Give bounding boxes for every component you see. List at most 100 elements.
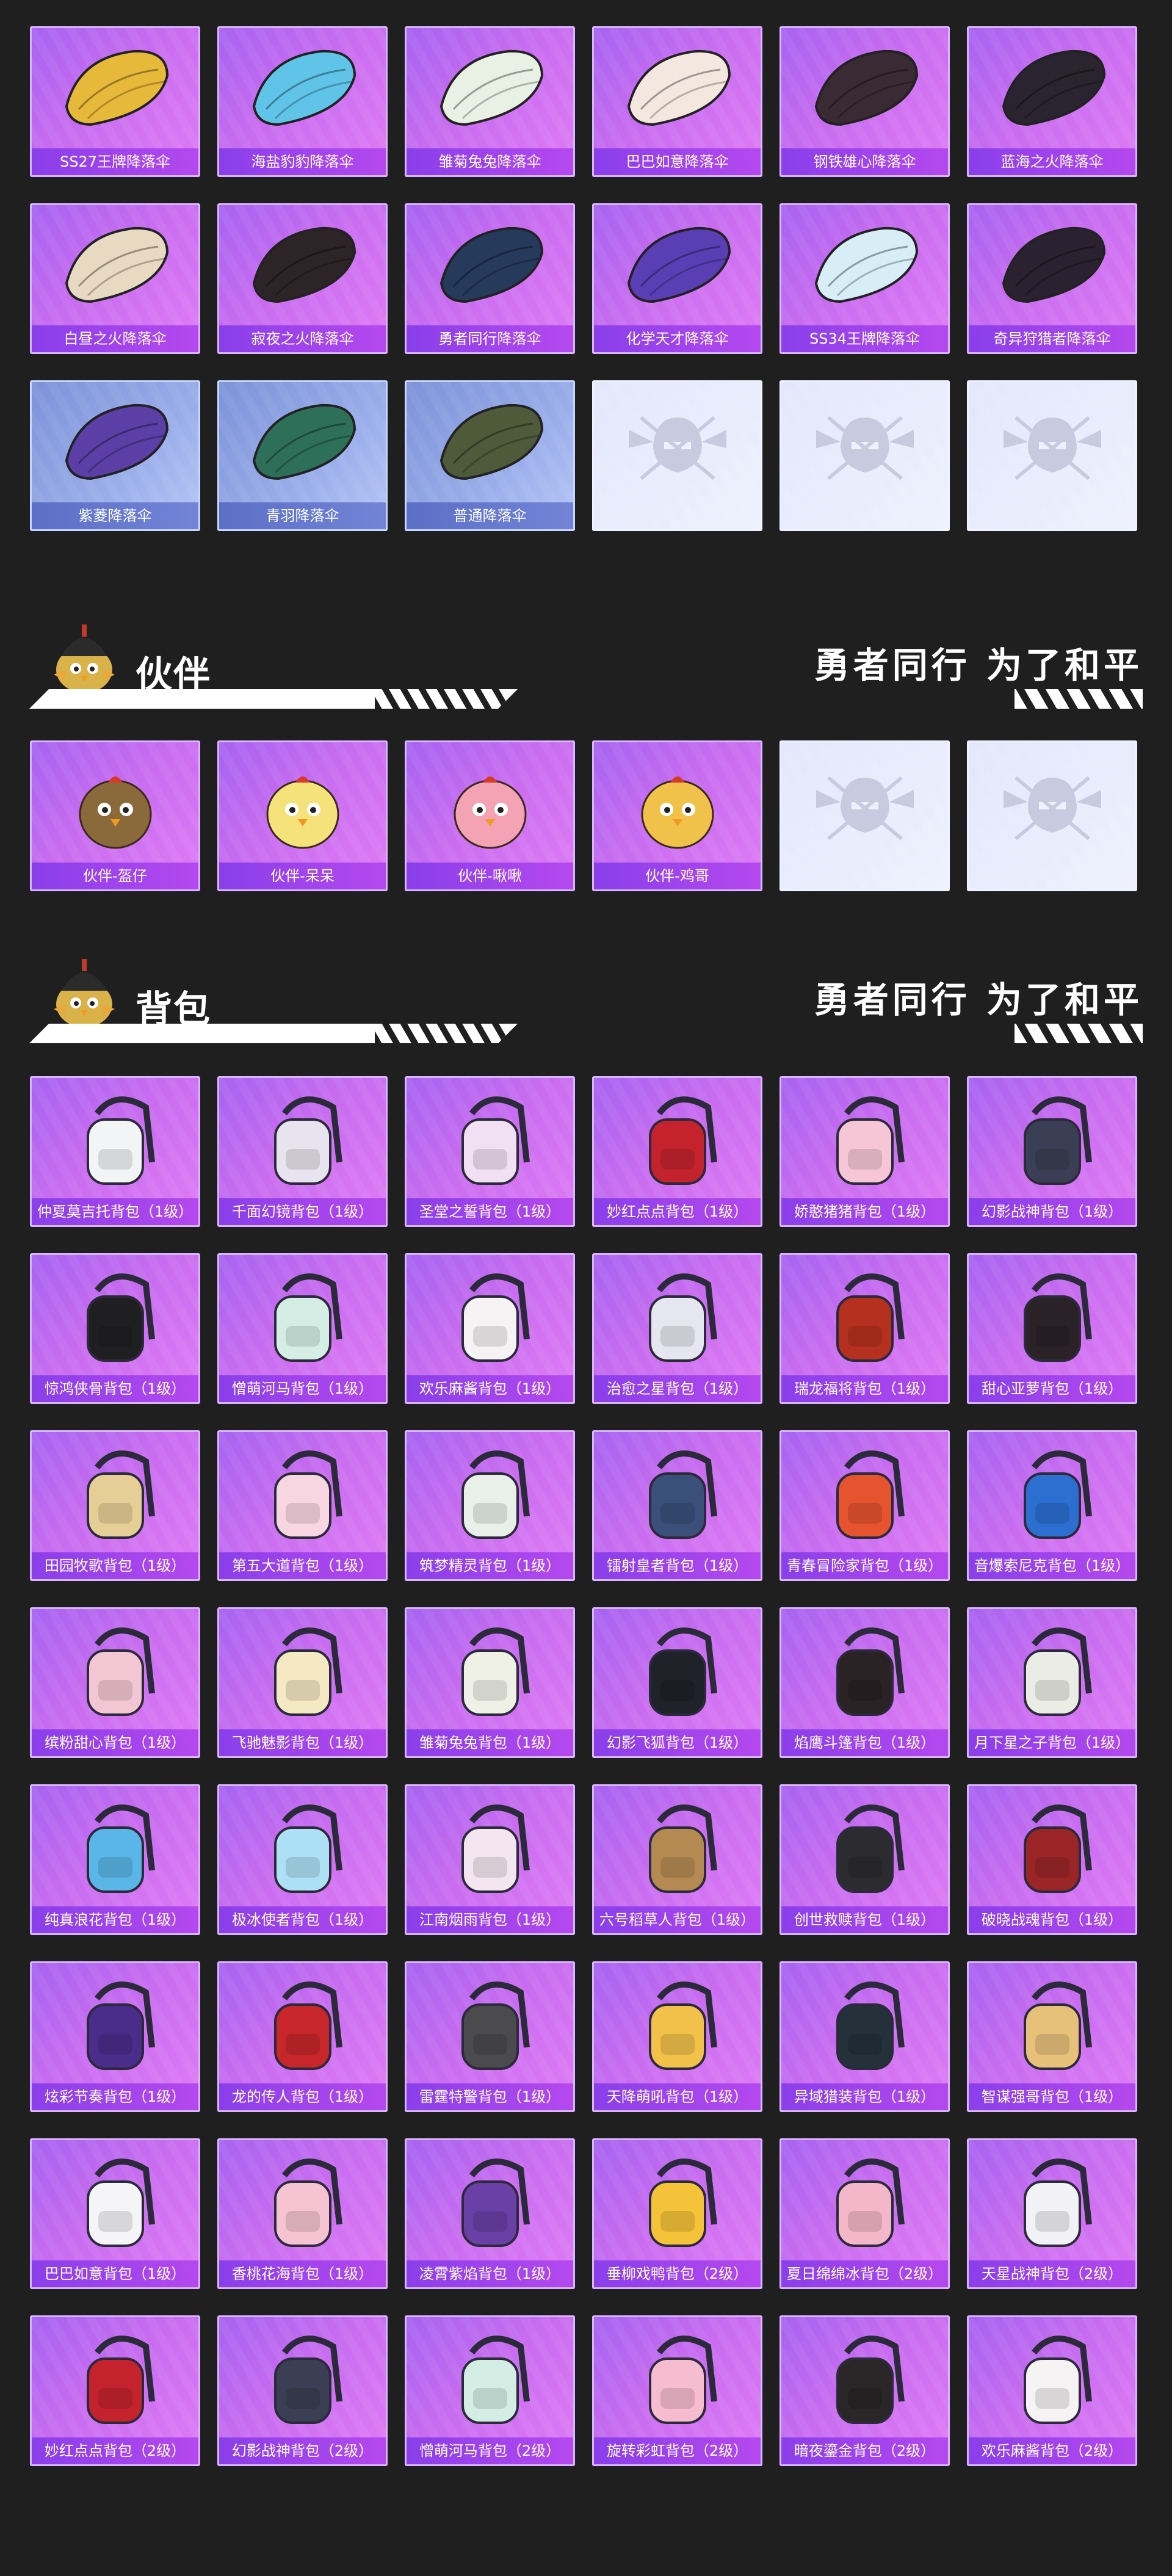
backpack-card[interactable]: 田园牧歌背包（1级） bbox=[30, 1430, 200, 1581]
parachute-card[interactable]: 巴巴如意降落伞 bbox=[592, 26, 762, 177]
parachute-card[interactable]: 奇异狩猎者降落伞 bbox=[967, 203, 1137, 354]
backpack-card[interactable]: 治愈之星背包（1级） bbox=[592, 1253, 762, 1404]
parachute-card[interactable]: 紫菱降落伞 bbox=[30, 380, 200, 531]
backpack-card[interactable]: 仲夏莫吉托背包（1级） bbox=[30, 1076, 200, 1227]
backpack-card[interactable]: 凌霄紫焰背包（1级） bbox=[405, 2138, 575, 2289]
backpack-card[interactable]: 江南烟雨背包（1级） bbox=[405, 1784, 575, 1935]
partner-card[interactable]: 伙伴-鸡哥 bbox=[592, 740, 762, 891]
partner-card[interactable]: 伙伴-盔仔 bbox=[30, 740, 200, 891]
backpack-card[interactable]: 天星战神背包（2级） bbox=[967, 2138, 1137, 2289]
backpack-icon bbox=[242, 1443, 364, 1547]
backpack-card[interactable]: 飞驰魅影背包（1级） bbox=[217, 1607, 388, 1758]
backpack-card[interactable]: 极冰使者背包（1级） bbox=[217, 1784, 388, 1935]
backpack-card[interactable]: 缤粉甜心背包（1级） bbox=[30, 1607, 200, 1758]
backpack-icon bbox=[991, 1089, 1113, 1193]
backpack-icon bbox=[429, 1443, 551, 1547]
backpack-card[interactable]: 筑梦精灵背包（1级） bbox=[405, 1430, 575, 1581]
parachute-card[interactable]: 寂夜之火降落伞 bbox=[217, 203, 388, 354]
backpack-card[interactable]: 圣堂之誓背包（1级） bbox=[405, 1076, 575, 1227]
backpack-card[interactable]: 憎萌河马背包（2级） bbox=[405, 2315, 575, 2466]
backpack-label: 旋转彩虹背包（2级） bbox=[594, 2437, 761, 2464]
parachute-label: 巴巴如意降落伞 bbox=[594, 148, 761, 175]
backpack-card[interactable]: 欢乐麻酱背包（2级） bbox=[967, 2315, 1137, 2466]
backpack-card[interactable]: 镭射皇者背包（1级） bbox=[592, 1430, 762, 1581]
backpack-card[interactable]: 幻影飞狐背包（1级） bbox=[592, 1607, 762, 1758]
backpack-card[interactable]: 雷霆特警背包（1级） bbox=[405, 1961, 575, 2112]
partner-label: 伙伴-鸡哥 bbox=[594, 863, 761, 889]
partner-card[interactable]: 伙伴-啾啾 bbox=[405, 740, 575, 891]
parachute-label: 青羽降落伞 bbox=[219, 502, 386, 529]
parachute-card[interactable]: 白昼之火降落伞 bbox=[30, 203, 200, 354]
backpack-label: 仲夏莫吉托背包（1级） bbox=[32, 1198, 198, 1225]
backpack-label: 镭射皇者背包（1级） bbox=[594, 1552, 761, 1579]
parachute-card[interactable]: 普通降落伞 bbox=[405, 380, 575, 531]
partner-card[interactable] bbox=[780, 740, 950, 891]
backpack-card[interactable]: 幻影战神背包（1级） bbox=[967, 1076, 1137, 1227]
companion-icon bbox=[429, 753, 551, 857]
backpack-card[interactable]: 天降萌吼背包（1级） bbox=[592, 1961, 762, 2112]
parachute-card[interactable] bbox=[780, 380, 950, 531]
backpack-card[interactable]: 甜心亚萝背包（1级） bbox=[967, 1253, 1137, 1404]
backpack-card[interactable]: 青春冒险家背包（1级） bbox=[780, 1430, 950, 1581]
backpack-label: 幻影战神背包（1级） bbox=[969, 1198, 1135, 1225]
backpack-card[interactable]: 焰鹰斗篷背包（1级） bbox=[780, 1607, 950, 1758]
backpack-card[interactable]: 龙的传人背包（1级） bbox=[217, 1961, 388, 2112]
parachute-card[interactable]: 雏菊兔兔降落伞 bbox=[405, 26, 575, 177]
backpack-card[interactable]: 异域猎装背包（1级） bbox=[780, 1961, 950, 2112]
parachute-card[interactable]: 钢铁雄心降落伞 bbox=[780, 26, 950, 177]
partner-card[interactable]: 伙伴-呆呆 bbox=[217, 740, 388, 891]
backpack-card[interactable]: 憎萌河马背包（1级） bbox=[217, 1253, 388, 1404]
backpack-card[interactable]: 月下星之子背包（1级） bbox=[967, 1607, 1137, 1758]
parachute-icon bbox=[429, 216, 551, 320]
parachute-card[interactable] bbox=[592, 380, 762, 531]
backpack-card[interactable]: 创世救赎背包（1级） bbox=[780, 1784, 950, 1935]
backpack-label: 暗夜鎏金背包（2级） bbox=[781, 2437, 948, 2464]
backpack-card[interactable]: 六号稻草人背包（1级） bbox=[592, 1784, 762, 1935]
backpack-icon bbox=[429, 1089, 551, 1193]
backpack-card[interactable]: 欢乐麻酱背包（1级） bbox=[405, 1253, 575, 1404]
backpack-label: 幻影飞狐背包（1级） bbox=[594, 1729, 761, 1756]
backpack-label: 巴巴如意背包（1级） bbox=[32, 2260, 198, 2287]
backpack-card[interactable]: 破晓战魂背包（1级） bbox=[967, 1784, 1137, 1935]
parachute-label: 雏菊兔兔降落伞 bbox=[407, 148, 573, 175]
parachute-card[interactable]: 蓝海之火降落伞 bbox=[967, 26, 1137, 177]
backpack-card[interactable]: 瑞龙福将背包（1级） bbox=[780, 1253, 950, 1404]
parachute-card[interactable] bbox=[967, 380, 1137, 531]
backpack-card[interactable]: 音爆索尼克背包（1级） bbox=[967, 1430, 1137, 1581]
backpack-card[interactable]: 巴巴如意背包（1级） bbox=[30, 2138, 200, 2289]
backpack-card[interactable]: 智谋强哥背包（1级） bbox=[967, 1961, 1137, 2112]
backpack-icon bbox=[804, 1797, 926, 1901]
backpack-label: 破晓战魂背包（1级） bbox=[969, 1906, 1135, 1933]
backpack-card[interactable]: 幻影战神背包（2级） bbox=[217, 2315, 388, 2466]
parachute-card[interactable]: 海盐豹豹降落伞 bbox=[217, 26, 388, 177]
backpack-card[interactable]: 妙红点点背包（1级） bbox=[592, 1076, 762, 1227]
backpack-card[interactable]: 纯真浪花背包（1级） bbox=[30, 1784, 200, 1935]
backpack-card[interactable]: 香桃花海背包（1级） bbox=[217, 2138, 388, 2289]
backpack-label: 焰鹰斗篷背包（1级） bbox=[781, 1729, 948, 1756]
parachute-card[interactable]: SS34王牌降落伞 bbox=[780, 203, 950, 354]
backpack-label: 欢乐麻酱背包（1级） bbox=[407, 1375, 573, 1402]
parachute-icon bbox=[54, 216, 176, 320]
parachute-grid: SS27王牌降落伞 海盐豹豹降落伞 雏菊兔兔降落伞 巴巴如意降落伞 钢铁雄心降落伞 蓝海之… bbox=[30, 26, 1137, 531]
backpack-card[interactable]: 旋转彩虹背包（2级） bbox=[592, 2315, 762, 2466]
parachute-card[interactable]: SS27王牌降落伞 bbox=[30, 26, 200, 177]
backpack-card[interactable]: 妙红点点背包（2级） bbox=[30, 2315, 200, 2466]
backpack-card[interactable]: 惊鸿侠骨背包（1级） bbox=[30, 1253, 200, 1404]
backpack-card[interactable]: 第五大道背包（1级） bbox=[217, 1430, 388, 1581]
backpack-card[interactable]: 炫彩节奏背包（1级） bbox=[30, 1961, 200, 2112]
parachute-label: SS27王牌降落伞 bbox=[32, 148, 198, 175]
parachute-card[interactable]: 青羽降落伞 bbox=[217, 380, 388, 531]
backpack-card[interactable]: 娇憨猪猪背包（1级） bbox=[780, 1076, 950, 1227]
companion-icon bbox=[54, 753, 176, 857]
partner-card[interactable] bbox=[967, 740, 1137, 891]
backpack-label: 纯真浪花背包（1级） bbox=[32, 1906, 198, 1933]
backpack-card[interactable]: 雏菊兔兔背包（1级） bbox=[405, 1607, 575, 1758]
backpack-card[interactable]: 暗夜鎏金背包（2级） bbox=[780, 2315, 950, 2466]
backpack-label: 筑梦精灵背包（1级） bbox=[407, 1552, 573, 1579]
parachute-card[interactable]: 化学天才降落伞 bbox=[592, 203, 762, 354]
parachute-icon bbox=[991, 216, 1113, 320]
backpack-card[interactable]: 垂柳戏鸭背包（2级） bbox=[592, 2138, 762, 2289]
backpack-card[interactable]: 夏日绵绵冰背包（2级） bbox=[780, 2138, 950, 2289]
parachute-card[interactable]: 勇者同行降落伞 bbox=[405, 203, 575, 354]
backpack-card[interactable]: 千面幻镜背包（1级） bbox=[217, 1076, 388, 1227]
